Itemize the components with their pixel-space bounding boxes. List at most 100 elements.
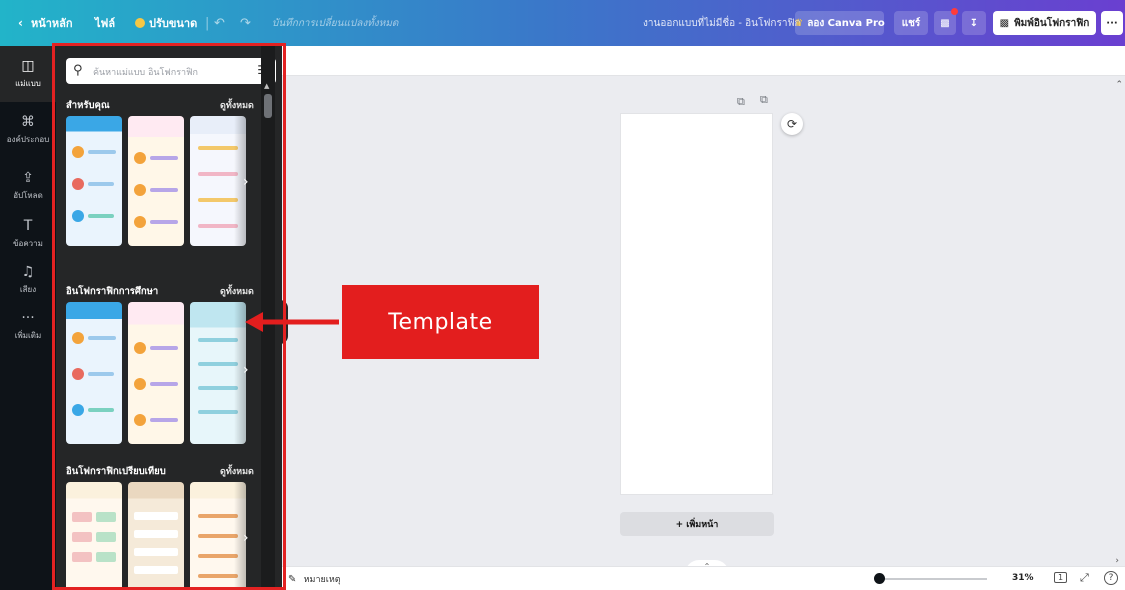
redo-icon[interactable]: ↷ <box>240 0 251 46</box>
rail-item-label: อัปโหลด <box>13 191 43 200</box>
section-title: สำหรับคุณ <box>66 100 110 111</box>
thumb-decoration <box>72 178 84 190</box>
try-pro-label: ลอง Canva Pro <box>807 17 885 29</box>
help-icon[interactable]: ? <box>1104 571 1118 585</box>
rail-item-elements[interactable]: ⌘ องค์ประกอบ <box>0 102 56 158</box>
thumb-decoration <box>96 532 116 542</box>
chevron-right-icon[interactable]: › <box>1115 556 1119 566</box>
template-thumbnail[interactable] <box>128 116 184 246</box>
document-title-text: งานออกแบบที่ไม่มีชื่อ - อินโฟกราฟิก <box>643 17 801 29</box>
fullscreen-icon[interactable]: ⤢ <box>1080 571 1089 585</box>
share-button[interactable]: แชร์ <box>894 11 928 35</box>
bar-chart-icon: ▩ <box>999 17 1010 29</box>
add-page-icon[interactable]: ⧉ <box>760 93 768 107</box>
upload-icon: ⇪ <box>22 170 34 186</box>
rail-item-label: เสียง <box>19 285 37 294</box>
add-page-button[interactable]: + เพิ่มหน้า <box>620 512 774 536</box>
thumb-decoration <box>198 172 238 176</box>
thumb-decoration <box>198 224 238 228</box>
template-thumbnail[interactable] <box>66 482 122 590</box>
thumb-decoration <box>134 530 178 538</box>
zoom-level[interactable]: 31% <box>1012 573 1034 583</box>
notes-icon: ✎ <box>288 574 297 585</box>
search-placeholder: ค้นหาแม่แบบ อินโฟกราฟิก <box>93 68 198 78</box>
thumb-decoration <box>150 346 178 350</box>
search-icon: ⚲ <box>73 63 83 78</box>
template-thumbnail[interactable] <box>128 302 184 444</box>
notification-dot <box>951 8 958 15</box>
scrollbar-thumb[interactable] <box>264 94 272 118</box>
thumb-decoration <box>96 512 116 522</box>
help-label: ? <box>1108 573 1114 583</box>
arrow-left-icon <box>245 312 339 332</box>
thumb-decoration <box>134 342 146 354</box>
annotation-callout-label: Template <box>388 309 493 335</box>
document-title[interactable]: งานออกแบบที่ไม่มีชื่อ - อินโฟกราฟิก <box>643 0 801 46</box>
more-options-button[interactable]: ··· <box>1101 11 1123 35</box>
rail-item-templates[interactable]: ◫ แม่แบบ <box>0 46 56 102</box>
see-all-link[interactable]: ดูทั้งหมด <box>220 464 254 478</box>
thumb-decoration <box>88 336 116 340</box>
thumb-decoration <box>134 152 146 164</box>
chevron-left-icon: ‹ <box>18 16 23 30</box>
chevron-right-icon[interactable]: › <box>243 362 249 378</box>
see-all-link[interactable]: ดูทั้งหมด <box>220 284 254 298</box>
insights-button[interactable]: ▩ <box>934 8 958 35</box>
share-label: แชร์ <box>901 17 921 29</box>
thumb-decoration <box>88 372 114 376</box>
thumb-decoration <box>72 532 92 542</box>
chevron-right-icon[interactable]: › <box>243 530 249 546</box>
thumb-decoration <box>72 368 84 380</box>
thumb-decoration <box>88 408 114 412</box>
print-infographic-button[interactable]: ▩ พิมพ์อินโฟกราฟิก <box>993 11 1096 35</box>
undo-icon[interactable]: ↶ <box>214 0 225 46</box>
chevron-up-icon[interactable]: ⌃ <box>1115 80 1123 90</box>
save-status-text: บันทึกการเปลี่ยนแปลงทั้งหมด <box>272 17 399 29</box>
annotation-callout: Template <box>342 285 539 359</box>
thumb-decoration <box>150 220 178 224</box>
thumb-decoration <box>88 214 114 218</box>
page-count: 1 <box>1058 573 1064 582</box>
back-home-button[interactable]: ‹ หน้าหลัก <box>18 0 73 46</box>
zoom-slider-track[interactable] <box>877 578 987 580</box>
elements-icon: ⌘ <box>21 114 35 130</box>
template-thumbnail[interactable] <box>66 302 122 444</box>
page-count-icon[interactable]: 1 <box>1054 572 1068 583</box>
crown-icon: ♛ <box>794 17 804 29</box>
template-icon: ◫ <box>21 58 35 74</box>
template-thumbnail[interactable] <box>66 116 122 246</box>
resize-button[interactable]: ปรับขนาด <box>135 0 197 46</box>
more-icon: ··· <box>21 310 35 326</box>
refresh-icon[interactable]: ⟳ <box>781 113 803 135</box>
thumb-decoration <box>198 514 238 518</box>
file-menu-label: ไฟล์ <box>95 17 116 30</box>
add-page-label: + เพิ่มหน้า <box>675 520 719 530</box>
template-thumbnail[interactable] <box>128 482 184 590</box>
file-menu-button[interactable]: ไฟล์ <box>95 0 115 46</box>
scroll-up-icon[interactable]: ▲ <box>264 82 269 90</box>
thumb-decoration <box>88 182 114 186</box>
thumb-decoration <box>134 548 178 556</box>
template-search-input[interactable]: ⚲ ค้นหาแม่แบบ อินโฟกราฟิก ☰ <box>66 58 276 84</box>
thumb-decoration <box>198 574 238 578</box>
thumb-decoration <box>150 188 178 192</box>
thumb-decoration <box>198 386 238 390</box>
design-canvas-page[interactable] <box>620 113 773 495</box>
thumb-decoration <box>150 382 178 386</box>
duplicate-page-icon[interactable]: ⧉ <box>737 95 745 109</box>
thumb-decoration <box>134 566 178 574</box>
chevron-right-icon[interactable]: › <box>243 174 249 190</box>
zoom-slider-knob[interactable] <box>874 573 885 584</box>
download-button[interactable]: ↧ <box>962 11 986 35</box>
rail-item-label: เพิ่มเติม <box>14 331 42 340</box>
print-infographic-label: พิมพ์อินโฟกราฟิก <box>1014 17 1090 29</box>
see-all-link[interactable]: ดูทั้งหมด <box>220 98 254 112</box>
audio-icon: ♫ <box>21 264 35 280</box>
separator: | <box>205 15 210 31</box>
thumb-decoration <box>72 146 84 158</box>
notes-button[interactable]: ✎ หมายเหตุ <box>288 572 341 586</box>
thumb-decoration <box>134 378 146 390</box>
try-pro-button[interactable]: ♛ ลอง Canva Pro <box>794 11 885 35</box>
rail-item-more[interactable]: ··· เพิ่มเติม <box>0 298 56 354</box>
bottom-bar: ✎ หมายเหตุ 31% 1 ⤢ ? <box>282 566 1125 590</box>
